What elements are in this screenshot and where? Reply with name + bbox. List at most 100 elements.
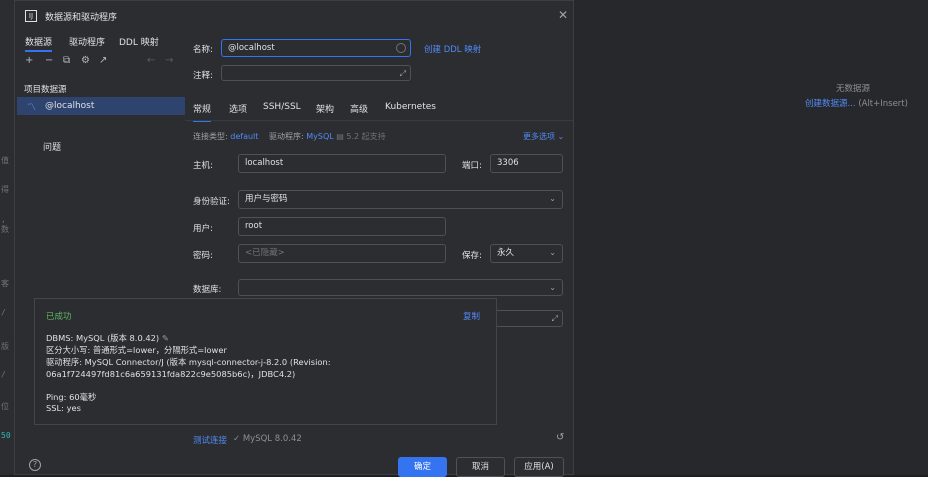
forward-arrow-icon[interactable]: → bbox=[165, 55, 173, 66]
mysql-icon: 〽 bbox=[27, 103, 37, 113]
save-value: 永久 bbox=[497, 248, 515, 258]
datasource-item[interactable]: 〽 @localhost bbox=[17, 97, 185, 115]
port-label: 端口: bbox=[462, 161, 482, 171]
database-label: 数据库: bbox=[193, 285, 222, 295]
color-circle-icon[interactable] bbox=[396, 43, 406, 53]
chevron-down-icon: ⌄ bbox=[549, 194, 556, 203]
dialog-footer: ? 测试连接 ✓ MySQL 8.0.42 ↺ 确定 取消 应用(A) bbox=[15, 432, 575, 477]
url-input[interactable]: ⤢ bbox=[490, 310, 563, 327]
user-label: 用户: bbox=[193, 224, 213, 234]
editor-fragment: / bbox=[1, 370, 6, 379]
tab-ddl-mapping[interactable]: DDL 映射 bbox=[119, 35, 159, 48]
test-result-text: MySQL 8.0.42 bbox=[242, 434, 302, 444]
editor-fragment: , 数 bbox=[1, 215, 9, 234]
duplicate-icon[interactable]: ⧉ bbox=[63, 55, 70, 66]
checkmark-icon: ✓ bbox=[233, 434, 241, 444]
popup-line-text: DBMS: MySQL (版本 8.0.42) bbox=[46, 333, 160, 343]
tab-schemas[interactable]: 架构 bbox=[316, 102, 334, 115]
conn-type-label: 连接类型: bbox=[193, 132, 228, 141]
user-input[interactable]: root bbox=[238, 217, 446, 236]
settings-icon[interactable]: ⚙ bbox=[81, 55, 90, 66]
editor-fragment: 50 bbox=[1, 431, 11, 440]
project-datasources-label: 项目数据源 bbox=[24, 85, 67, 95]
save-select[interactable]: 永久 ⌄ bbox=[490, 244, 563, 263]
help-icon[interactable]: ? bbox=[29, 459, 41, 471]
port-input[interactable]: 3306 bbox=[490, 154, 563, 173]
cancel-button[interactable]: 取消 bbox=[456, 457, 505, 477]
auth-label: 身份验证: bbox=[193, 197, 230, 207]
create-datasource-link[interactable]: 创建数据源... bbox=[805, 99, 856, 109]
name-value: @localhost bbox=[228, 43, 275, 53]
database-select[interactable]: ⌄ bbox=[238, 279, 563, 296]
expand-icon[interactable]: ⤢ bbox=[400, 66, 406, 82]
popup-line: 06a1f724497fd81c6a659131fda822c9e5085b6c… bbox=[46, 369, 296, 379]
auth-select[interactable]: 用户与密码 ⌄ bbox=[238, 190, 563, 209]
editor-fragment: 值 bbox=[1, 156, 9, 165]
editor-gutter: 值 得 , 数 客 / 版 / 位 50 bbox=[0, 0, 14, 475]
popup-line: 区分大小写: 普通形式=lower，分隔形式=lower bbox=[46, 345, 227, 355]
expand-icon[interactable]: ⤢ bbox=[552, 311, 558, 327]
more-options-link[interactable]: 更多选项 ⌄ bbox=[523, 131, 564, 142]
dialog-title: 数据源和驱动程序 bbox=[45, 13, 118, 23]
tab-datasources[interactable]: 数据源 bbox=[25, 35, 53, 52]
close-icon[interactable]: ✕ bbox=[558, 8, 568, 22]
popup-line: 驱动程序: MySQL Connector/J (版本 mysql-connec… bbox=[46, 357, 331, 367]
editor-fragment: 版 bbox=[1, 342, 9, 351]
save-label: 保存: bbox=[462, 251, 482, 261]
test-connection-popup: 已成功 复制 DBMS: MySQL (版本 8.0.42) ✎ 区分大小写: … bbox=[34, 298, 497, 425]
create-ddl-link[interactable]: 创建 DDL 映射 bbox=[424, 43, 481, 55]
password-label: 密码: bbox=[193, 251, 213, 261]
ok-button[interactable]: 确定 bbox=[398, 457, 447, 477]
test-connection-link[interactable]: 测试连接 bbox=[193, 434, 227, 446]
apply-button[interactable]: 应用(A) bbox=[514, 457, 564, 477]
driver-note: 5.2 起支持 bbox=[346, 132, 386, 141]
host-input[interactable]: localhost bbox=[238, 154, 446, 173]
editor-fragment: 客 bbox=[1, 279, 9, 288]
tab-drivers[interactable]: 驱动程序 bbox=[69, 35, 105, 48]
create-datasource-shortcut: (Alt+Insert) bbox=[858, 99, 908, 109]
tab-divider bbox=[185, 120, 573, 121]
datasource-item-label: @localhost bbox=[45, 101, 95, 111]
no-datasource-text: 无数据源 bbox=[836, 84, 871, 94]
popup-line: SSL: yes bbox=[46, 403, 81, 413]
tab-advanced[interactable]: 高级 bbox=[350, 102, 368, 115]
driver-info: 驱动程序: MySQL ▤ 5.2 起支持 bbox=[269, 132, 386, 141]
driver-label: 驱动程序: bbox=[269, 132, 304, 141]
editor-fragment: 位 bbox=[1, 402, 9, 411]
password-placeholder: <已隐藏> bbox=[245, 248, 285, 258]
add-icon[interactable]: + bbox=[25, 55, 33, 66]
password-input[interactable]: <已隐藏> bbox=[238, 244, 446, 263]
conn-type-value[interactable]: default bbox=[230, 132, 258, 141]
test-result: ✓ MySQL 8.0.42 bbox=[233, 434, 302, 444]
problems-label: 问题 bbox=[43, 143, 62, 153]
comment-label: 注释: bbox=[193, 71, 213, 81]
chevron-down-icon: ⌄ bbox=[557, 132, 565, 141]
app-icon: IJ bbox=[25, 10, 37, 22]
database-tool-panel: 无数据源 创建数据源... (Alt+Insert) bbox=[574, 0, 928, 475]
chevron-down-icon: ⌄ bbox=[549, 248, 556, 257]
name-input[interactable]: @localhost bbox=[221, 39, 411, 57]
popup-line: Ping: 60毫秒 bbox=[46, 392, 97, 402]
connection-type: 连接类型: default bbox=[193, 131, 258, 142]
remove-icon[interactable]: − bbox=[45, 55, 53, 66]
more-options-label: 更多选项 bbox=[523, 132, 555, 141]
editor-fragment: 得 bbox=[1, 185, 9, 194]
edit-pencil-icon[interactable]: ✎ bbox=[162, 333, 169, 343]
chevron-down-icon: ⌄ bbox=[549, 283, 556, 292]
back-arrow-icon[interactable]: ← bbox=[147, 55, 155, 66]
driver-value[interactable]: MySQL bbox=[306, 132, 333, 141]
tab-ssh-ssl[interactable]: SSH/SSL bbox=[263, 102, 301, 112]
success-status: 已成功 bbox=[46, 312, 72, 322]
auth-value: 用户与密码 bbox=[245, 194, 288, 204]
dialog-titlebar: IJ 数据源和驱动程序 ✕ bbox=[15, 1, 575, 31]
copy-link[interactable]: 复制 bbox=[463, 310, 480, 322]
open-external-icon[interactable]: ↗ bbox=[99, 55, 107, 66]
comment-input[interactable]: ⤢ bbox=[221, 65, 411, 81]
popup-line: DBMS: MySQL (版本 8.0.42) ✎ bbox=[46, 332, 169, 344]
tab-general[interactable]: 常规 bbox=[193, 102, 212, 122]
name-label: 名称: bbox=[193, 45, 213, 55]
reset-icon[interactable]: ↺ bbox=[556, 432, 564, 443]
tab-kubernetes[interactable]: Kubernetes bbox=[385, 102, 436, 112]
tab-options[interactable]: 选项 bbox=[229, 102, 247, 115]
host-label: 主机: bbox=[193, 161, 213, 171]
